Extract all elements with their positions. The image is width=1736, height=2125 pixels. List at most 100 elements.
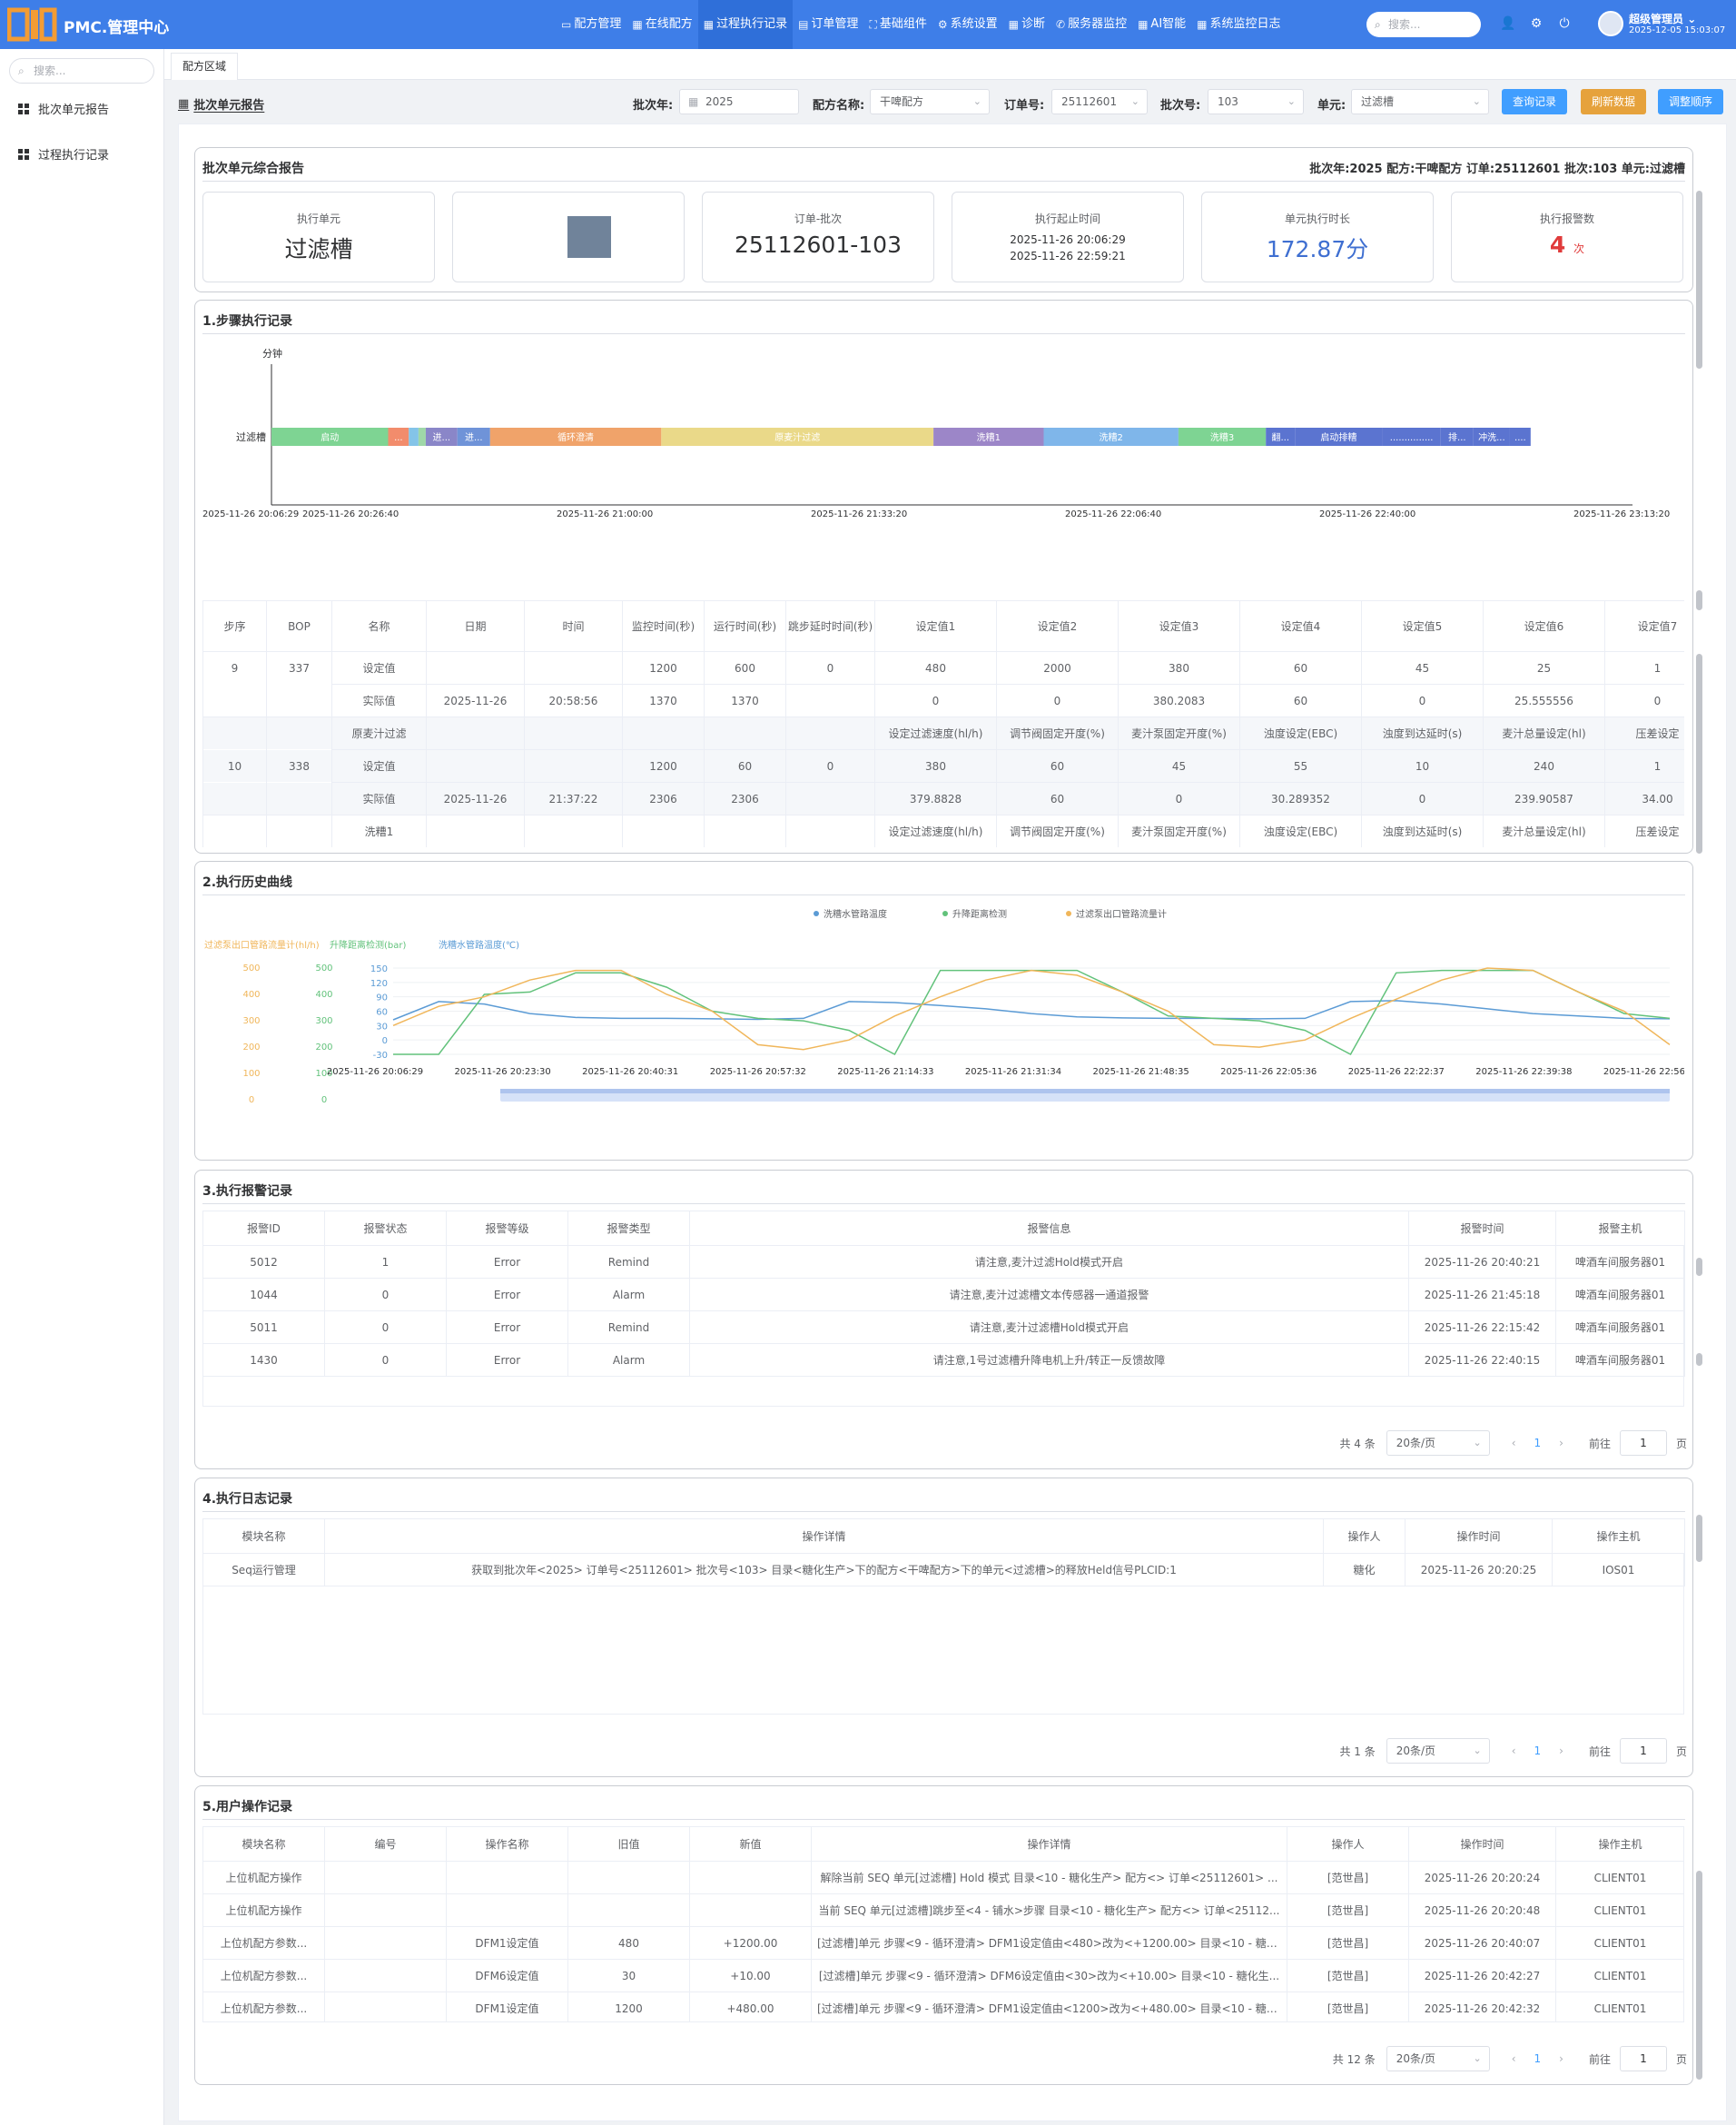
table-cell (426, 815, 525, 847)
refresh-button[interactable]: 刷新数据 (1581, 89, 1646, 114)
sidebar-item-process-record[interactable]: 过程执行记录 (18, 145, 109, 163)
nav-item-8[interactable]: ▦ AI智能 (1132, 0, 1191, 49)
batch-select[interactable]: 103 ⌄ (1208, 89, 1304, 114)
table-cell: 当前 SEQ 单元[过滤槽]跳步至<4 - 铺水>步骤 目录<10 - 糖化生产… (811, 1893, 1287, 1927)
nav-label: 过程执行记录 (716, 17, 788, 31)
report-scrollbar[interactable] (1696, 191, 1702, 369)
table-row[interactable]: 1044 0 Error Alarm 请注意,麦汁过滤槽文本传感器一通道报警 2025-1… (202, 1278, 1685, 1311)
query-button[interactable]: 查询记录 (1502, 89, 1567, 114)
page-size-select[interactable]: 20条/页 ⌄ (1386, 1738, 1490, 1764)
avatar[interactable] (1598, 11, 1623, 36)
series-line[interactable] (392, 1000, 1671, 1021)
series-line[interactable] (393, 969, 1671, 1056)
table-row[interactable]: 1430 0 Error Alarm 请注意,1号过滤槽升降电机上升/转正一反馈故障 20… (202, 1343, 1685, 1377)
table-row[interactable]: 实际值 2025-11-26 20:58:56 1370 1370 0 0 380.2083 6… (202, 684, 1684, 717)
user-icon[interactable]: 👤 (1500, 15, 1516, 32)
table-row[interactable]: 10 338 设定值 1200 60 0 380 60 45 55 10 240 1 (202, 749, 1684, 783)
table-row[interactable]: 上位机配方参数... DFM1设定值 480 +1200.00 [过滤槽]单元 步骤<9… (203, 1926, 1683, 1960)
nav-item-4[interactable]: ⛶ 基础组件 (863, 0, 932, 49)
steps-scrollbar[interactable] (1696, 590, 1702, 610)
table-row[interactable]: Seq运行管理 获取到批次年<2025> 订单号<25112601> 批次号<10… (202, 1553, 1685, 1586)
power-icon[interactable]: ⏻ (1556, 15, 1573, 32)
alarms-scrollbar-2[interactable] (1696, 1353, 1702, 1366)
table-row[interactable]: 上位机配方操作 当前 SEQ 单元[过滤槽]跳步至<4 - 铺水>步骤 目录<10… (203, 1893, 1683, 1927)
year-picker[interactable]: ▦ 2025 (679, 89, 799, 114)
user-ops-scrollbar[interactable] (1696, 1871, 1702, 2080)
next-page-icon[interactable]: › (1559, 1744, 1563, 1757)
nav-item-9[interactable]: ▦ 系统监控日志 (1191, 0, 1286, 49)
legend-label[interactable]: 升降距离检测 (952, 908, 1007, 920)
page-size-select[interactable]: 20条/页 ⌄ (1386, 1430, 1490, 1456)
steps-scrollbar-track[interactable] (1696, 654, 1702, 854)
page-size-select[interactable]: 20条/页 ⌄ (1386, 2046, 1490, 2071)
goto-page-input[interactable]: 1 (1619, 2046, 1667, 2071)
legend-label[interactable]: 过滤泵出口管路流量计 (1076, 908, 1167, 920)
series-line[interactable] (392, 967, 1671, 1051)
gear-icon[interactable]: ⚙ (1528, 15, 1544, 32)
adjust-order-button[interactable]: 调整顺序 (1658, 89, 1723, 114)
nav-item-2[interactable]: ▦ 过程执行记录 (697, 0, 794, 49)
table-cell: 请注意,1号过滤槽升降电机上升/转正一反馈故障 (689, 1343, 1409, 1377)
unit-select[interactable]: 过滤槽 ⌄ (1351, 89, 1489, 114)
sidebar-search-input[interactable]: ⌕ 搜索... (9, 58, 154, 84)
table-row[interactable]: 实际值 2025-11-26 21:37:22 2306 2306 379.8828 60 0… (202, 782, 1684, 815)
next-page-icon[interactable]: › (1559, 2052, 1563, 2065)
page-number[interactable]: 1 (1534, 2052, 1542, 2065)
page-number[interactable]: 1 (1534, 1437, 1542, 1449)
recipe-select[interactable]: 干啤配方 ⌄ (870, 89, 990, 114)
table-cell: 379.8828 (874, 782, 997, 815)
app-logo[interactable] (7, 6, 58, 43)
table-cell: 0 (874, 684, 997, 717)
table-row[interactable]: 上位机配方操作 解除当前 SEQ 单元[过滤槽] Hold 模式 目录<10 - … (203, 1861, 1683, 1894)
card-blank (452, 192, 685, 282)
x-tick: 2025-11-26 20:23:30 (454, 1067, 550, 1077)
nav-item-0[interactable]: ▭ 配方管理 (556, 0, 626, 49)
divider (202, 333, 1685, 334)
legend-dot (1066, 911, 1071, 916)
nav-item-5[interactable]: ⚙ 系统设置 (932, 0, 1003, 49)
table-row[interactable]: 9 337 设定值 1200 600 0 480 2000 380 60 45 25 1 (202, 651, 1684, 685)
prev-page-icon[interactable]: ‹ (1512, 1437, 1516, 1449)
chevron-down-icon: ⌄ (1130, 95, 1139, 107)
nav-item-7[interactable]: ✆ 服务器监控 (1050, 0, 1132, 49)
table-cell: 实际值 (331, 782, 427, 815)
gantt-segment[interactable] (418, 428, 426, 446)
table-row[interactable]: 5012 1 Error Remind 请注意,麦汁过滤Hold模式开启 2025-11-… (202, 1245, 1685, 1279)
user-name[interactable]: 超级管理员 ⌄ (1629, 11, 1696, 26)
logs-scrollbar[interactable] (1696, 1515, 1702, 1562)
nav-item-3[interactable]: ▤ 订单管理 (793, 0, 863, 49)
prev-page-icon[interactable]: ‹ (1512, 1744, 1516, 1757)
x-tick: 2025-11-26 22:56:39 (1603, 1067, 1684, 1077)
card-alarm-count: 执行报警数 4 次 (1451, 192, 1683, 282)
goto-page-input[interactable]: 1 (1619, 1738, 1667, 1764)
table-cell: 0 (1361, 782, 1484, 815)
gantt-segment[interactable] (409, 428, 419, 446)
steps-table-wrap: 步序 BOP 名称 日期 时间 监控时间(秒) 运行时间(秒) 跳步延时时间(秒) 设定值1 设定… (202, 600, 1684, 847)
table-row[interactable]: 洗糟1 设定过滤速度(hl/h) 调节阀固定开度(%) 麦汁泵固定开度(%) 浊度设定(… (202, 815, 1684, 847)
alarms-scrollbar[interactable] (1696, 1258, 1702, 1276)
calendar-icon: ▦ (688, 95, 699, 108)
page-number[interactable]: 1 (1534, 1744, 1542, 1757)
table-cell: Remind (567, 1310, 690, 1344)
prev-page-icon[interactable]: ‹ (1512, 2052, 1516, 2065)
global-search-input[interactable]: ⌕ 搜索... (1366, 12, 1481, 37)
sidebar-item-batch-report[interactable]: 批次单元报告 (18, 100, 109, 117)
nav-item-6[interactable]: ▦ 诊断 (1003, 0, 1050, 49)
table-row[interactable]: 原麦汁过滤 设定过滤速度(hl/h) 调节阀固定开度(%) 麦汁泵固定开度(%) 浊度设… (202, 717, 1684, 750)
next-page-icon[interactable]: › (1559, 1437, 1563, 1449)
table-row[interactable]: 上位机配方参数... DFM1设定值 1200 +480.00 [过滤槽]单元 步骤<9… (203, 1992, 1683, 2021)
table-row[interactable]: 上位机配方参数... DFM6设定值 30 +10.00 [过滤槽]单元 步骤<9 - … (203, 1959, 1683, 1992)
table-cell: 2000 (996, 651, 1119, 685)
goto-page-input[interactable]: 1 (1619, 1430, 1667, 1456)
table-cell: 1044 (202, 1278, 325, 1311)
nav-item-1[interactable]: ▦ 在线配方 (626, 0, 697, 49)
table-cell: 设定值 (331, 651, 427, 685)
table-cell (704, 717, 786, 750)
table-cell: 380 (874, 749, 997, 783)
table-cell (202, 782, 267, 815)
table-row[interactable]: 5011 0 Error Remind 请注意,麦汁过滤槽Hold模式开启 2025-11… (202, 1310, 1685, 1344)
tab-recipe-area[interactable]: 配方区域 (171, 53, 239, 80)
order-select[interactable]: 25112601 ⌄ (1051, 89, 1148, 114)
legend-label[interactable]: 洗糟水管路温度 (824, 908, 887, 920)
table-cell: 10 (1361, 749, 1484, 783)
